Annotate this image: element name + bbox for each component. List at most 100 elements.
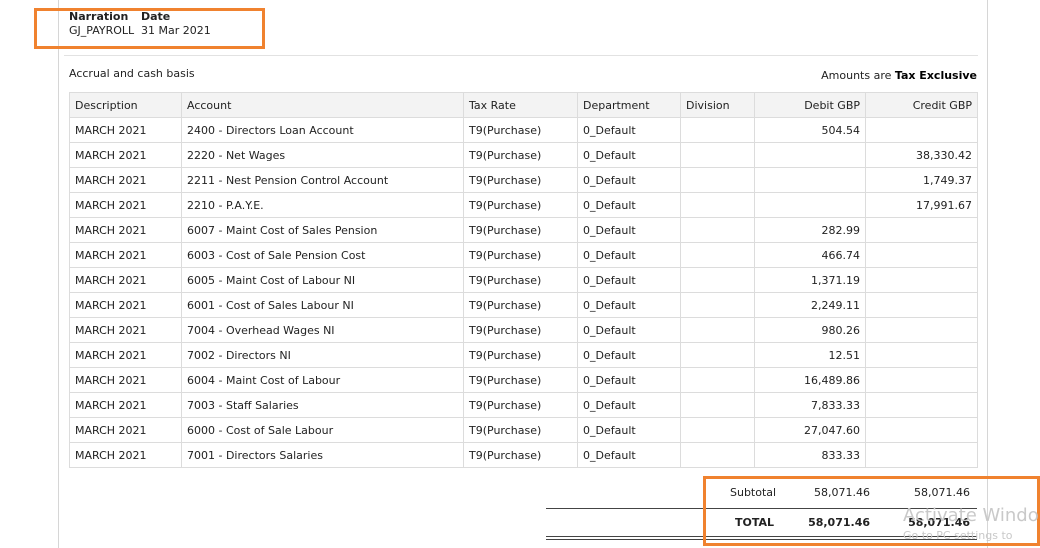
cell-account: 6003 - Cost of Sale Pension Cost (181, 242, 464, 268)
cell-credit (865, 267, 978, 293)
cell-department: 0_Default (577, 442, 681, 468)
col-department: Department (577, 92, 681, 118)
cell-tax-rate: T9(Purchase) (463, 267, 578, 293)
journal-lines-table: Description Account Tax Rate Department … (69, 92, 978, 468)
cell-credit: 38,330.42 (865, 142, 978, 168)
cell-debit: 27,047.60 (754, 417, 866, 443)
cell-department: 0_Default (577, 342, 681, 368)
cell-department: 0_Default (577, 167, 681, 193)
table-row: MARCH 2021 6005 - Maint Cost of Labour NI… (69, 267, 978, 293)
table-row: MARCH 2021 6007 - Maint Cost of Sales Pen… (69, 217, 978, 243)
cell-credit (865, 417, 978, 443)
col-debit: Debit GBP (754, 92, 866, 118)
cell-division (680, 392, 755, 418)
cell-debit: 1,371.19 (754, 267, 866, 293)
cell-description: MARCH 2021 (69, 192, 182, 218)
cell-tax-rate: T9(Purchase) (463, 417, 578, 443)
cell-account: 6001 - Cost of Sales Labour NI (181, 292, 464, 318)
table-row: MARCH 2021 2400 - Directors Loan Account T… (69, 117, 978, 143)
right-divider (987, 0, 988, 548)
cell-description: MARCH 2021 (69, 442, 182, 468)
cell-department: 0_Default (577, 367, 681, 393)
cell-debit: 466.74 (754, 242, 866, 268)
cell-division (680, 192, 755, 218)
cell-tax-rate: T9(Purchase) (463, 317, 578, 343)
cell-debit (754, 142, 866, 168)
table-row: MARCH 2021 7004 - Overhead Wages NI T9(Pur… (69, 317, 978, 343)
cell-debit: 282.99 (754, 217, 866, 243)
cell-debit: 980.26 (754, 317, 866, 343)
amounts-prefix: Amounts are (821, 69, 892, 82)
cell-department: 0_Default (577, 142, 681, 168)
cell-division (680, 442, 755, 468)
cell-tax-rate: T9(Purchase) (463, 242, 578, 268)
cell-department: 0_Default (577, 242, 681, 268)
left-divider (58, 0, 59, 548)
cell-description: MARCH 2021 (69, 117, 182, 143)
table-row: MARCH 2021 6003 - Cost of Sale Pension Co… (69, 242, 978, 268)
cell-credit (865, 317, 978, 343)
cell-division (680, 292, 755, 318)
cell-account: 7003 - Staff Salaries (181, 392, 464, 418)
cell-account: 2210 - P.A.Y.E. (181, 192, 464, 218)
cell-description: MARCH 2021 (69, 217, 182, 243)
cell-credit (865, 292, 978, 318)
cell-description: MARCH 2021 (69, 417, 182, 443)
cell-debit: 16,489.86 (754, 367, 866, 393)
cell-tax-rate: T9(Purchase) (463, 192, 578, 218)
cell-description: MARCH 2021 (69, 167, 182, 193)
table-header-row: Description Account Tax Rate Department … (69, 92, 978, 118)
cell-account: 6004 - Maint Cost of Labour (181, 367, 464, 393)
cell-account: 2211 - Nest Pension Control Account (181, 167, 464, 193)
table-row: MARCH 2021 6001 - Cost of Sales Labour NI… (69, 292, 978, 318)
cell-description: MARCH 2021 (69, 392, 182, 418)
cell-division (680, 342, 755, 368)
cell-tax-rate: T9(Purchase) (463, 342, 578, 368)
cell-tax-rate: T9(Purchase) (463, 217, 578, 243)
col-division: Division (680, 92, 755, 118)
cell-credit (865, 117, 978, 143)
cell-account: 6007 - Maint Cost of Sales Pension (181, 217, 464, 243)
cell-debit (754, 167, 866, 193)
cell-credit (865, 242, 978, 268)
col-description: Description (69, 92, 182, 118)
cell-division (680, 267, 755, 293)
col-account: Account (181, 92, 464, 118)
cell-description: MARCH 2021 (69, 292, 182, 318)
cell-debit: 12.51 (754, 342, 866, 368)
cell-division (680, 417, 755, 443)
cell-account: 7001 - Directors Salaries (181, 442, 464, 468)
cell-credit (865, 367, 978, 393)
cell-credit (865, 442, 978, 468)
header-highlight-box (34, 8, 265, 49)
table-row: MARCH 2021 2211 - Nest Pension Control Ac… (69, 167, 978, 193)
cell-department: 0_Default (577, 192, 681, 218)
cell-department: 0_Default (577, 117, 681, 143)
cell-division (680, 217, 755, 243)
cell-division (680, 167, 755, 193)
cell-description: MARCH 2021 (69, 242, 182, 268)
amounts-mode-value: Tax Exclusive (894, 69, 977, 82)
cell-department: 0_Default (577, 292, 681, 318)
cell-division (680, 367, 755, 393)
cell-account: 7004 - Overhead Wages NI (181, 317, 464, 343)
cell-department: 0_Default (577, 267, 681, 293)
cell-credit (865, 392, 978, 418)
cell-account: 7002 - Directors NI (181, 342, 464, 368)
cell-debit: 833.33 (754, 442, 866, 468)
cell-description: MARCH 2021 (69, 142, 182, 168)
cell-tax-rate: T9(Purchase) (463, 442, 578, 468)
cell-credit: 17,991.67 (865, 192, 978, 218)
cell-description: MARCH 2021 (69, 367, 182, 393)
cell-account: 2400 - Directors Loan Account (181, 117, 464, 143)
cell-department: 0_Default (577, 417, 681, 443)
cell-division (680, 142, 755, 168)
table-row: MARCH 2021 6000 - Cost of Sale Labour T9(P… (69, 417, 978, 443)
cell-account: 2220 - Net Wages (181, 142, 464, 168)
cell-tax-rate: T9(Purchase) (463, 117, 578, 143)
cell-credit: 1,749.37 (865, 167, 978, 193)
cell-tax-rate: T9(Purchase) (463, 392, 578, 418)
cell-department: 0_Default (577, 392, 681, 418)
cell-department: 0_Default (577, 217, 681, 243)
cell-division (680, 242, 755, 268)
